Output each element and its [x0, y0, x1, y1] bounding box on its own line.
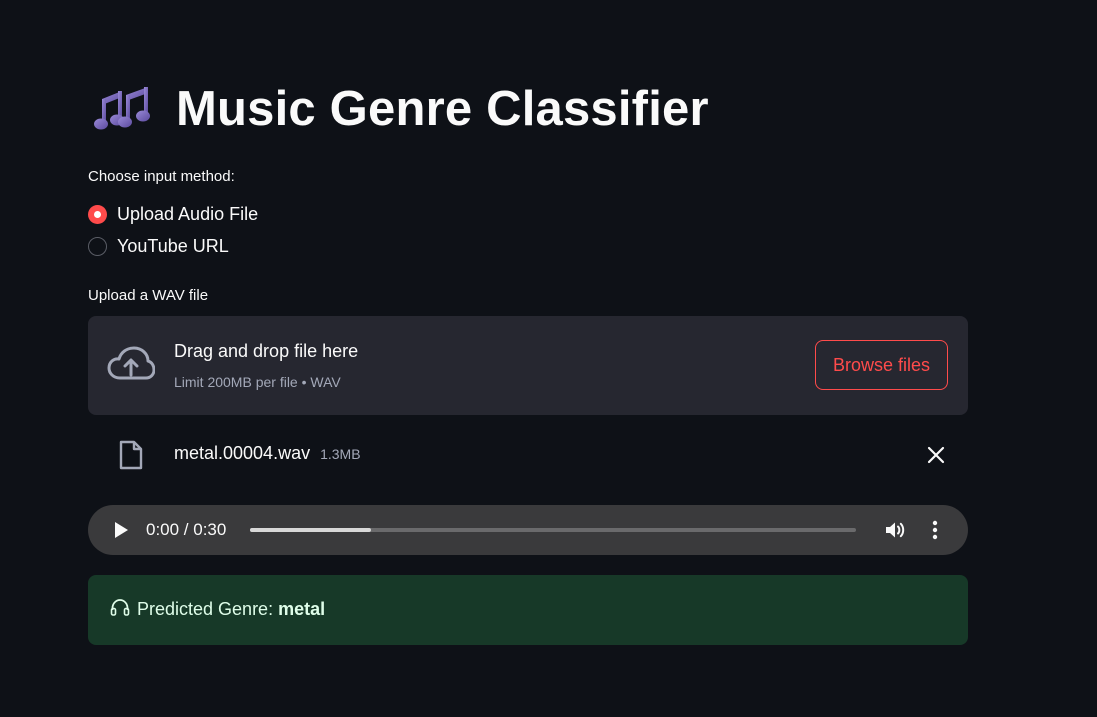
- page-header: Music Genre Classifier: [94, 80, 709, 138]
- dropzone-title: Drag and drop file here: [174, 341, 359, 361]
- audio-player: 0:00 / 0:30: [88, 505, 968, 555]
- seek-bar-progress: [250, 528, 372, 532]
- cloud-upload-icon: [107, 346, 156, 387]
- prediction-text: Predicted Genre: metal: [110, 598, 325, 621]
- radio-label-youtube: YouTube URL: [117, 236, 229, 256]
- prediction-prefix: Predicted Genre:: [137, 599, 274, 619]
- page-title: Music Genre Classifier: [176, 82, 709, 136]
- radio-unchecked-icon[interactable]: [88, 237, 107, 256]
- musical-notes-icon: [94, 80, 154, 138]
- uploader-label: Upload a WAV file: [88, 287, 209, 304]
- headphones-icon: [110, 598, 130, 621]
- app-page: Music Genre Classifier Choose input meth…: [0, 0, 1097, 717]
- predicted-genre: metal: [278, 599, 326, 619]
- radio-label-upload: Upload Audio File: [117, 204, 259, 224]
- uploaded-file-item: metal.00004.wav 1.3MB: [88, 435, 968, 475]
- file-icon: [118, 440, 144, 475]
- input-method-label: Choose input method:: [88, 168, 235, 185]
- volume-icon[interactable]: [884, 519, 906, 546]
- prediction-result: Predicted Genre: metal: [88, 575, 968, 645]
- browse-files-button[interactable]: Browse files: [815, 340, 948, 390]
- dropzone-subtitle: Limit 200MB per file • WAV: [174, 374, 341, 390]
- more-options-icon[interactable]: [931, 520, 939, 545]
- radio-checked-icon[interactable]: [88, 205, 107, 224]
- file-name-container: metal.00004.wav 1.3MB: [174, 443, 361, 464]
- play-icon[interactable]: [113, 521, 129, 544]
- seek-bar[interactable]: [250, 528, 856, 532]
- radio-upload-audio[interactable]: Upload Audio File: [88, 204, 258, 225]
- file-size: 1.3MB: [320, 446, 361, 462]
- radio-youtube-url[interactable]: YouTube URL: [88, 236, 229, 257]
- file-dropzone[interactable]: Drag and drop file here Limit 200MB per …: [88, 316, 968, 415]
- playback-time: 0:00 / 0:30: [146, 520, 227, 539]
- file-name: metal.00004.wav: [174, 443, 311, 463]
- close-icon[interactable]: [925, 444, 947, 466]
